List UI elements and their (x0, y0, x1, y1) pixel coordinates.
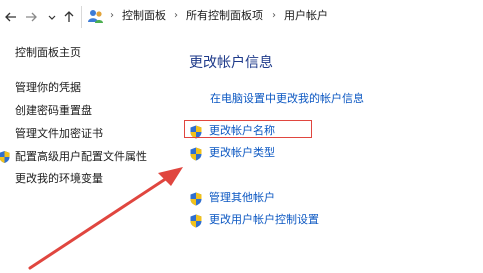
sidebar-item-advanced-profile-properties[interactable]: 配置高级用户配置文件属性 (15, 150, 147, 164)
highlight-box (184, 120, 312, 138)
breadcrumb-control-panel[interactable]: 控制面板 (122, 9, 166, 23)
shield-icon (0, 149, 10, 163)
shield-icon (190, 146, 202, 161)
breadcrumb-arrow-icon: › (174, 10, 178, 21)
uac-settings-link[interactable]: 更改用户帐户控制设置 (209, 213, 319, 227)
forward-arrow-icon[interactable] (24, 9, 38, 25)
sidebar-item-file-encryption-certificates[interactable]: 管理文件加密证书 (15, 127, 103, 141)
back-arrow-icon[interactable] (4, 9, 18, 25)
sidebar-item-manage-credentials[interactable]: 管理你的凭据 (15, 81, 81, 95)
breadcrumb-user-accounts[interactable]: 用户帐户 (284, 9, 328, 23)
address-separator (81, 6, 82, 28)
manage-other-accounts-link[interactable]: 管理其他帐户 (209, 191, 275, 205)
sidebar-home-link[interactable]: 控制面板主页 (15, 46, 81, 60)
pc-settings-link[interactable]: 在电脑设置中更改我的帐户信息 (210, 92, 364, 106)
breadcrumb-all-items[interactable]: 所有控制面板项 (186, 9, 263, 23)
recent-locations-chevron-icon[interactable] (45, 10, 59, 26)
users-icon (87, 8, 105, 24)
address-bar: › 控制面板 › 所有控制面板项 › 用户帐户 (0, 0, 483, 33)
page-title: 更改帐户信息 (189, 55, 273, 71)
breadcrumb-arrow-icon: › (272, 10, 276, 21)
shield-icon (190, 213, 202, 228)
breadcrumb-arrow-icon: › (110, 10, 114, 21)
shield-icon (190, 191, 202, 206)
change-account-type-link[interactable]: 更改帐户类型 (209, 146, 275, 160)
sidebar-item-password-reset-disk[interactable]: 创建密码重置盘 (15, 104, 92, 118)
up-arrow-icon[interactable] (62, 9, 76, 25)
sidebar-item-environment-variables[interactable]: 更改我的环境变量 (15, 172, 103, 186)
